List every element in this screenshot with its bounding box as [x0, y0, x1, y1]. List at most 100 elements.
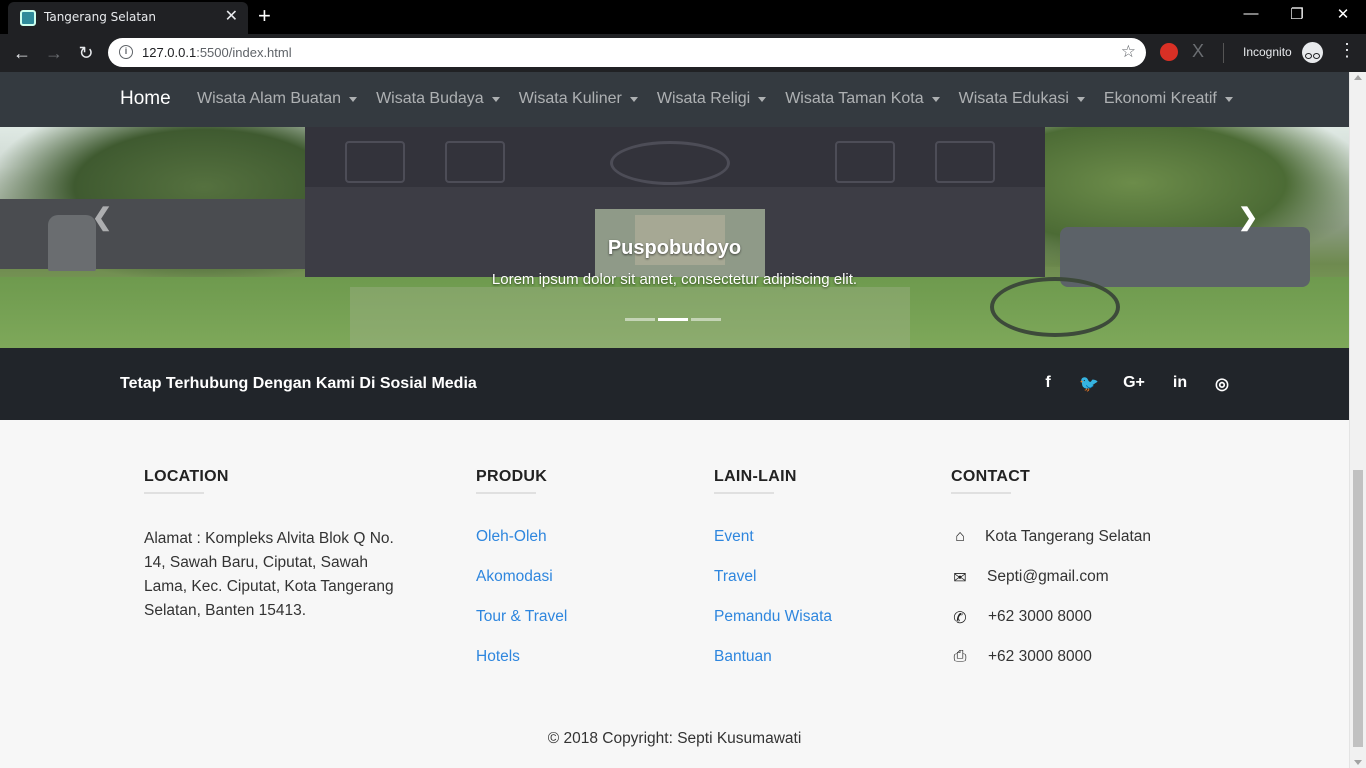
- url-host: 127.0.0.1: [142, 45, 197, 60]
- nav-item-label: Wisata Kuliner: [518, 90, 622, 107]
- footer-heading-contact: CONTACT: [951, 468, 1031, 485]
- carousel-indicators: [625, 318, 721, 321]
- forward-arrow-icon[interactable]: →: [44, 43, 64, 63]
- page-viewport: Home Wisata Alam Buatan Wisata Budaya Wi…: [0, 72, 1366, 768]
- dropdown-caret-icon: [491, 96, 500, 102]
- incognito-icon[interactable]: [1302, 42, 1323, 63]
- carousel-caption-title: Puspobudoyo: [607, 237, 742, 259]
- linkedin-icon[interactable]: in: [1168, 374, 1192, 392]
- url-text[interactable]: 127.0.0.1:5500/index.html: [142, 45, 292, 60]
- nav-item-label: Wisata Religi: [656, 90, 751, 107]
- nav-item-wisata-taman-kota[interactable]: Wisata Taman Kota: [785, 90, 940, 108]
- nav-item-label: Ekonomi Kreatif: [1103, 90, 1217, 107]
- footer-contact-column: CONTACT: [951, 468, 1030, 494]
- footer-address: Alamat : Kompleks Alvita Blok Q No. 14, …: [144, 530, 394, 619]
- scroll-down-arrow-icon[interactable]: [1354, 760, 1362, 765]
- reload-icon[interactable]: ↻: [76, 43, 96, 63]
- nav-item-label: Wisata Edukasi: [958, 90, 1069, 107]
- instagram-icon[interactable]: ◎: [1210, 374, 1234, 394]
- url-path: :5500/index.html: [196, 45, 292, 60]
- footer-copyright: © 2018 Copyright: Septi Kusumawati: [547, 730, 802, 747]
- browser-toolbar: ← → ↻ i 127.0.0.1:5500/index.html ☆ X In…: [0, 34, 1366, 72]
- scrollbar-thumb[interactable]: [1353, 470, 1363, 747]
- close-tab-icon[interactable]: ✕: [225, 8, 238, 26]
- nav-item-wisata-budaya[interactable]: Wisata Budaya: [376, 90, 500, 108]
- back-arrow-icon[interactable]: ←: [12, 43, 32, 63]
- carousel-prev-chevron-icon[interactable]: ❮: [92, 203, 112, 232]
- browser-tab-strip: Tangerang Selatan ✕ + — ❐ ✕: [0, 0, 1366, 34]
- browser-tab[interactable]: Tangerang Selatan ✕: [8, 2, 248, 34]
- heading-divider: [951, 492, 1011, 494]
- page-scrollbar[interactable]: [1349, 72, 1366, 768]
- site-info-icon[interactable]: i: [119, 45, 133, 59]
- nav-menu: Wisata Alam Buatan Wisata Budaya Wisata …: [197, 90, 1252, 108]
- tab-title: Tangerang Selatan: [44, 10, 156, 24]
- restore-icon[interactable]: ❐: [1282, 5, 1312, 23]
- carousel-next-chevron-icon[interactable]: ❯: [1238, 203, 1258, 232]
- twitter-icon[interactable]: 🐦: [1077, 374, 1101, 394]
- footer-link-tour-travel[interactable]: Tour & Travel: [476, 608, 567, 626]
- social-media-strip: Tetap Terhubung Dengan Kami Di Sosial Me…: [0, 348, 1349, 420]
- dropdown-caret-icon: [349, 96, 358, 102]
- dropdown-caret-icon: [931, 96, 940, 102]
- footer-link-travel[interactable]: Travel: [714, 568, 757, 586]
- contact-email: Septi@gmail.com: [987, 568, 1109, 585]
- address-bar[interactable]: i 127.0.0.1:5500/index.html ☆: [108, 38, 1146, 67]
- footer-location-column: LOCATION: [144, 468, 229, 494]
- site-favicon-icon: [20, 10, 36, 26]
- extension-stop-icon[interactable]: [1160, 43, 1178, 61]
- social-heading: Tetap Terhubung Dengan Kami Di Sosial Me…: [120, 375, 477, 392]
- footer-link-event[interactable]: Event: [714, 528, 754, 546]
- nav-item-wisata-kuliner[interactable]: Wisata Kuliner: [519, 90, 638, 108]
- footer-link-hotels[interactable]: Hotels: [476, 648, 520, 666]
- footer-heading-lain-lain: LAIN-LAIN: [714, 468, 797, 485]
- nav-item-wisata-edukasi[interactable]: Wisata Edukasi: [959, 90, 1085, 108]
- envelope-icon: ✉: [953, 570, 967, 587]
- nav-item-wisata-alam-buatan[interactable]: Wisata Alam Buatan: [197, 90, 358, 108]
- nav-item-label: Wisata Taman Kota: [785, 90, 924, 107]
- nav-item-wisata-religi[interactable]: Wisata Religi: [656, 90, 767, 108]
- contact-fax: +62 3000 8000: [988, 648, 1092, 665]
- contact-city: Kota Tangerang Selatan: [985, 528, 1152, 545]
- site-navbar: Home Wisata Alam Buatan Wisata Budaya Wi…: [0, 72, 1349, 127]
- footer-heading-produk: PRODUK: [476, 468, 548, 485]
- facebook-icon[interactable]: f: [1036, 374, 1060, 392]
- heading-divider: [144, 492, 204, 494]
- dropdown-caret-icon: [629, 96, 638, 102]
- incognito-label: Incognito: [1243, 45, 1292, 59]
- browser-menu-icon[interactable]: ⋮: [1338, 40, 1356, 61]
- image-carousel: ❮ ❯ Puspobudoyo Lorem ipsum dolor sit am…: [0, 127, 1349, 348]
- heading-divider: [476, 492, 536, 494]
- nav-brand-home[interactable]: Home: [120, 88, 171, 110]
- bookmark-star-icon[interactable]: ☆: [1121, 42, 1136, 62]
- footer-heading-location: LOCATION: [144, 468, 229, 485]
- toolbar-divider: [1223, 43, 1224, 63]
- footer-link-bantuan[interactable]: Bantuan: [714, 648, 772, 666]
- printer-icon: ⎙: [953, 648, 967, 665]
- phone-icon: ✆: [953, 610, 967, 627]
- close-window-icon[interactable]: ✕: [1328, 5, 1358, 23]
- footer-produk-column: PRODUK: [476, 468, 547, 494]
- carousel-indicator[interactable]: [625, 318, 655, 321]
- new-tab-icon[interactable]: +: [258, 4, 271, 28]
- extension-x-icon[interactable]: X: [1192, 41, 1204, 62]
- nav-item-ekonomi-kreatif[interactable]: Ekonomi Kreatif: [1104, 90, 1233, 108]
- scroll-up-arrow-icon[interactable]: [1354, 75, 1362, 80]
- footer-link-akomodasi[interactable]: Akomodasi: [476, 568, 553, 586]
- carousel-indicator-active[interactable]: [658, 318, 688, 321]
- carousel-indicator[interactable]: [691, 318, 721, 321]
- heading-divider: [714, 492, 774, 494]
- footer-lain-lain-column: LAIN-LAIN: [714, 468, 797, 494]
- nav-item-label: Wisata Budaya: [376, 90, 484, 107]
- nav-item-label: Wisata Alam Buatan: [197, 90, 342, 107]
- footer-link-oleh-oleh[interactable]: Oleh-Oleh: [476, 528, 547, 546]
- dropdown-caret-icon: [1224, 96, 1233, 102]
- dropdown-caret-icon: [758, 96, 767, 102]
- home-icon: ⌂: [955, 528, 965, 545]
- contact-phone: +62 3000 8000: [988, 608, 1092, 625]
- carousel-caption-text: Lorem ipsum dolor sit amet, consectetur …: [491, 271, 858, 288]
- google-plus-icon[interactable]: G+: [1122, 374, 1146, 392]
- minimize-icon[interactable]: —: [1236, 5, 1266, 22]
- footer-link-pemandu-wisata[interactable]: Pemandu Wisata: [714, 608, 832, 626]
- dropdown-caret-icon: [1076, 96, 1085, 102]
